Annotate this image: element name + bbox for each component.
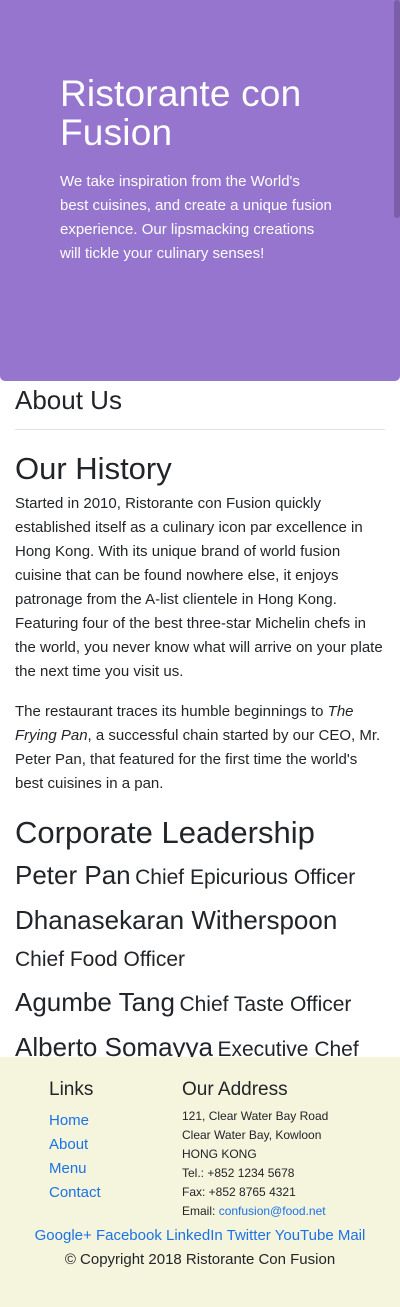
address-heading: Our Address bbox=[182, 1079, 288, 1100]
email-line: Email: confusion@food.net bbox=[182, 1202, 328, 1221]
fax-line: Fax: +852 8765 4321 bbox=[182, 1185, 296, 1199]
footer-link-about[interactable]: About bbox=[49, 1133, 101, 1157]
history-paragraph-1: Started in 2010, Ristorante con Fusion q… bbox=[15, 495, 383, 680]
phone-line: Tel.: +852 1234 5678 bbox=[182, 1166, 295, 1180]
footer-links: Links Home About Menu Contact bbox=[49, 1077, 101, 1205]
leader-name: Dhanasekaran Witherspoon bbox=[15, 905, 338, 935]
leader-role: Chief Food Officer bbox=[15, 948, 186, 971]
leader-name: Peter Pan bbox=[15, 860, 131, 890]
links-heading: Links bbox=[49, 1079, 94, 1100]
history-paragraph-2: The restaurant traces its humble beginni… bbox=[15, 700, 385, 796]
social-link-facebook[interactable]: Facebook bbox=[96, 1227, 162, 1244]
social-link-google[interactable]: Google+ bbox=[35, 1227, 92, 1244]
social-link-youtube[interactable]: YouTube bbox=[275, 1227, 334, 1244]
leader-role: Chief Epicurious Officer bbox=[135, 866, 356, 889]
hero-description: We take inspiration from the World's bes… bbox=[60, 173, 332, 262]
leader-name: Agumbe Tang bbox=[15, 987, 175, 1017]
leader-role: Chief Taste Officer bbox=[179, 993, 352, 1016]
leadership-heading: Corporate Leadership bbox=[15, 815, 315, 850]
address-line: 121, Clear Water Bay Road bbox=[182, 1109, 329, 1123]
page-title: About Us bbox=[15, 385, 122, 415]
leader-item: Peter Pan Chief Epicurious Officer bbox=[15, 858, 385, 897]
footer-address: Our Address 121, Clear Water Bay Road Cl… bbox=[182, 1077, 328, 1221]
copyright: © Copyright 2018 Ristorante Con Fusion bbox=[64, 1251, 336, 1268]
social-link-mail[interactable]: Mail bbox=[338, 1227, 366, 1244]
footer-link-contact[interactable]: Contact bbox=[49, 1181, 101, 1205]
history-text: The restaurant traces its humble beginni… bbox=[15, 703, 328, 720]
social-links: Google+ Facebook LinkedIn Twitter YouTub… bbox=[0, 1225, 400, 1247]
address-line: HONG KONG bbox=[182, 1147, 257, 1161]
social-link-linkedin[interactable]: LinkedIn bbox=[166, 1227, 223, 1244]
history-heading: Our History bbox=[15, 451, 172, 486]
leader-item: Agumbe Tang Chief Taste Officer bbox=[15, 985, 385, 1024]
hero-title: Ristorante con Fusion bbox=[60, 73, 302, 153]
scrollbar[interactable] bbox=[394, 0, 400, 218]
divider bbox=[15, 429, 385, 430]
footer-link-home[interactable]: Home bbox=[49, 1109, 101, 1133]
social-link-twitter[interactable]: Twitter bbox=[227, 1227, 271, 1244]
footer-link-menu[interactable]: Menu bbox=[49, 1157, 101, 1181]
leader-item: Dhanasekaran Witherspoon Chief Food Offi… bbox=[15, 903, 385, 979]
hero-jumbotron: Ristorante con Fusion We take inspiratio… bbox=[0, 0, 400, 381]
address-line: Clear Water Bay, Kowloon bbox=[182, 1128, 322, 1142]
main-content: About Us Our History Started in 2010, Ri… bbox=[15, 381, 385, 1069]
email-label: Email: bbox=[182, 1204, 219, 1218]
footer: Links Home About Menu Contact Our Addres… bbox=[0, 1057, 400, 1307]
email-link[interactable]: confusion@food.net bbox=[219, 1204, 326, 1218]
